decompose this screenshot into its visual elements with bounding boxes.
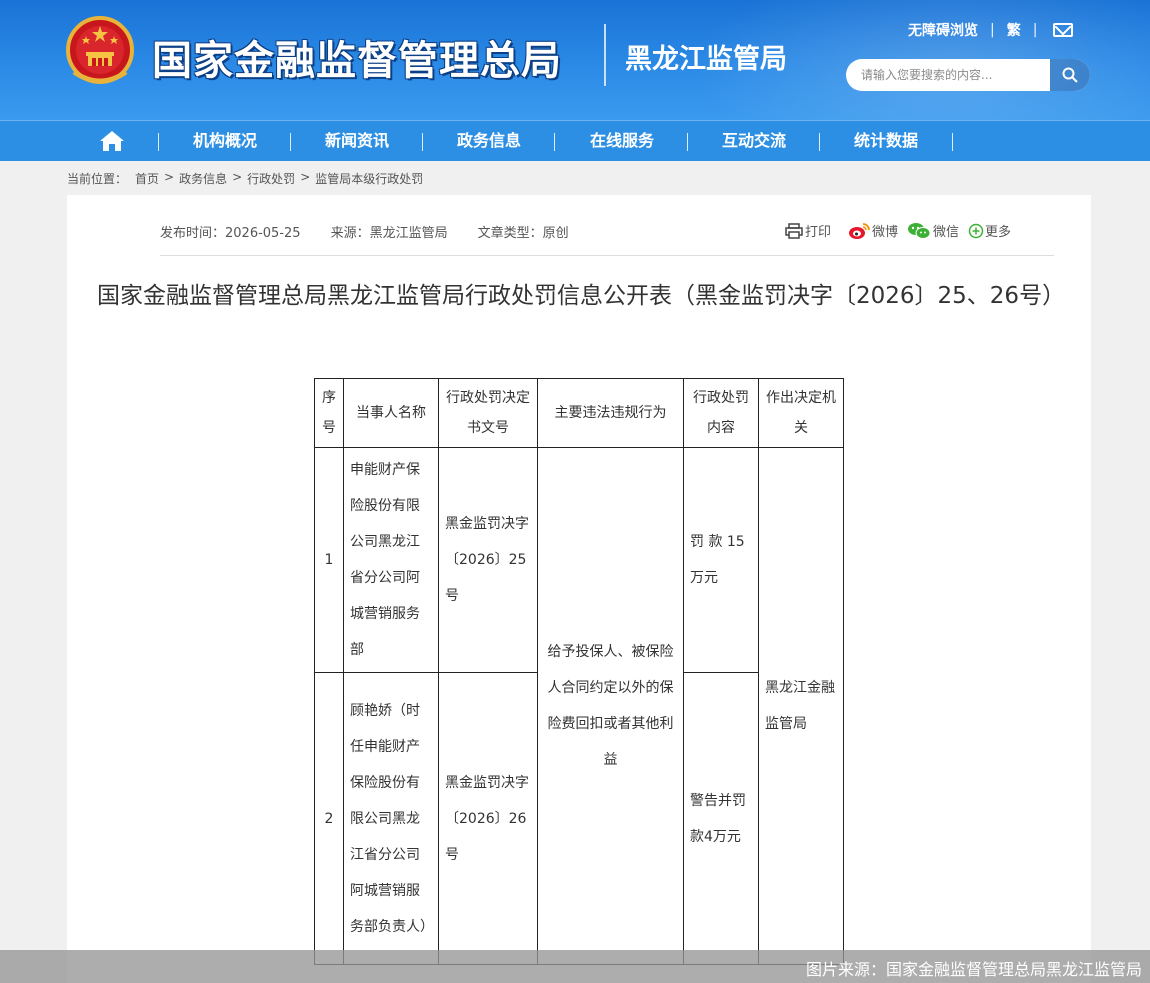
header-index: 序号 (314, 378, 344, 448)
home-icon (100, 131, 124, 151)
more-label: 更多 (985, 225, 1012, 240)
breadcrumb: 当前位置： 首页 > 政务信息 > 行政处罚 > 监管局本级行政处罚 (67, 170, 423, 187)
breadcrumb-prefix: 当前位置： (67, 172, 128, 186)
wechat-share-button[interactable]: 微信 (907, 221, 959, 240)
search-button[interactable] (1050, 59, 1090, 91)
title-divider (604, 24, 606, 86)
publish-time: 发布时间：2026-05-25 (160, 226, 301, 241)
breadcrumb-penalty[interactable]: 行政处罚 (247, 170, 295, 187)
wechat-icon (908, 222, 931, 239)
national-emblem-icon (66, 16, 134, 84)
article-title: 国家金融监督管理总局黑龙江监管局行政处罚信息公开表（黑金监罚决字〔2026〕25… (97, 283, 1066, 309)
nav-item-org[interactable]: 机构概况 (170, 121, 280, 161)
search-box (846, 59, 1090, 91)
header-doc-no: 行政处罚决定书文号 (438, 378, 538, 448)
nav-divider (422, 133, 423, 151)
penalty-table: 序号 当事人名称 行政处罚决定书文号 主要违法违规行为 行政处罚内容 作出决定机… (314, 378, 844, 965)
breadcrumb-home[interactable]: 首页 (135, 170, 159, 187)
nav-divider (554, 133, 555, 151)
row-index: 1 (314, 447, 344, 673)
plus-circle-icon (968, 223, 984, 238)
row-party: 申能财产保险股份有限公司黑龙江省分公司阿城营销服务部 (343, 447, 439, 673)
top-links: 无障碍浏览 | 繁 | (908, 20, 1074, 40)
row-doc-no: 黑金监罚决字〔2026〕25号 (438, 447, 538, 673)
main-nav: 机构概况 新闻资讯 政务信息 在线服务 互动交流 统计数据 (0, 120, 1150, 161)
row-penalty: 罚 款 15 万元 (683, 447, 759, 673)
header-party: 当事人名称 (343, 378, 439, 448)
nav-item-statistics[interactable]: 统计数据 (831, 121, 941, 161)
site-title[interactable]: 国家金融监督管理总局 (152, 28, 562, 86)
row-doc-no: 黑金监罚决字〔2026〕26号 (438, 672, 538, 965)
nav-item-interaction[interactable]: 互动交流 (699, 121, 809, 161)
article-card: 发布时间：2026-05-25 来源：黑龙江监管局 文章类型：原创 打印 微博 (67, 195, 1091, 983)
meta-divider (160, 255, 1054, 256)
nav-divider (290, 133, 291, 151)
nav-item-online-service[interactable]: 在线服务 (567, 121, 677, 161)
header-authority: 作出决定机关 (758, 378, 844, 448)
print-label: 打印 (805, 225, 832, 240)
site-header: 国家金融监督管理总局 黑龙江监管局 无障碍浏览 | 繁 | (0, 0, 1150, 120)
nav-divider (687, 133, 688, 151)
breadcrumb-bureau-penalty[interactable]: 监管局本级行政处罚 (315, 170, 423, 187)
image-source-text: 图片来源：国家金融监督管理总局黑龙江监管局 (805, 960, 1142, 979)
nav-item-gov-info[interactable]: 政务信息 (434, 121, 544, 161)
share-bar: 打印 微博 微信 更多 (785, 221, 1020, 240)
weibo-label: 微博 (872, 225, 899, 240)
weibo-icon (849, 222, 870, 239)
search-input[interactable] (846, 59, 1050, 91)
nav-divider (158, 133, 159, 151)
article-type: 文章类型：原创 (477, 226, 569, 241)
header-penalty: 行政处罚内容 (683, 378, 759, 448)
image-source-strip: 图片来源：国家金融监督管理总局黑龙江监管局 (0, 950, 1150, 983)
nav-divider (952, 133, 953, 151)
traditional-chinese-link[interactable]: 繁 (1007, 20, 1021, 40)
link-divider: | (990, 22, 995, 38)
breadcrumb-separator: > (232, 170, 243, 184)
row-penalty: 警告并罚款4万元 (683, 672, 759, 965)
breadcrumb-separator: > (164, 170, 175, 184)
article-source: 来源：黑龙江监管局 (330, 226, 448, 241)
row-authority: 黑龙江金融监管局 (758, 447, 844, 965)
accessible-browse-link[interactable]: 无障碍浏览 (908, 20, 978, 40)
weibo-share-button[interactable]: 微博 (848, 221, 898, 240)
search-icon (1062, 67, 1078, 83)
row-violation: 给予投保人、被保险人合同约定以外的保险费回扣或者其他利益 (537, 447, 684, 965)
row-index: 2 (314, 672, 344, 965)
mail-icon[interactable] (1053, 23, 1074, 37)
more-share-button[interactable]: 更多 (968, 221, 1011, 240)
printer-icon (785, 222, 803, 239)
row-party: 顾艳娇（时任申能财产保险股份有限公司黑龙江省分公司阿城营销服务部负责人） (343, 672, 439, 965)
nav-divider (819, 133, 820, 151)
breadcrumb-gov-info[interactable]: 政务信息 (179, 170, 227, 187)
breadcrumb-separator: > (300, 170, 311, 184)
article-meta: 发布时间：2026-05-25 来源：黑龙江监管局 文章类型：原创 (160, 222, 599, 241)
link-divider: | (1032, 22, 1038, 38)
header-violation: 主要违法违规行为 (537, 378, 684, 448)
nav-home[interactable] (98, 121, 126, 161)
print-button[interactable]: 打印 (785, 221, 831, 240)
nav-item-news[interactable]: 新闻资讯 (302, 121, 412, 161)
table-header-row: 序号 当事人名称 行政处罚决定书文号 主要违法违规行为 行政处罚内容 作出决定机… (314, 378, 844, 448)
bureau-name[interactable]: 黑龙江监管局 (625, 37, 787, 76)
wechat-label: 微信 (933, 225, 960, 240)
table-row: 1 申能财产保险股份有限公司黑龙江省分公司阿城营销服务部 黑金监罚决字〔2026… (314, 447, 844, 965)
